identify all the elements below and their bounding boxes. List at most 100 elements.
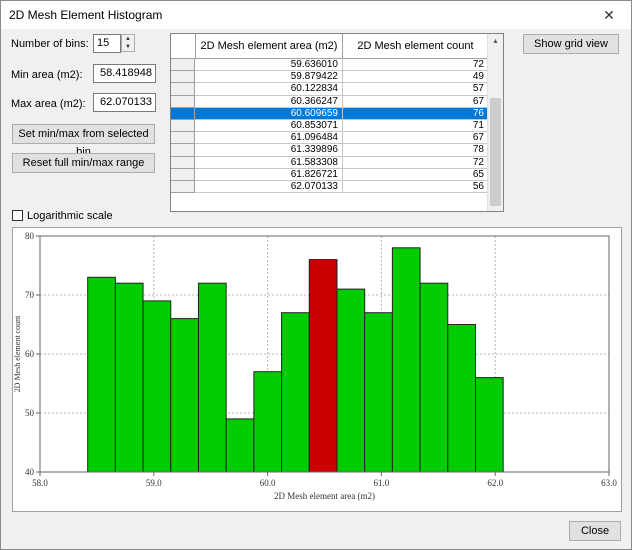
- log-scale-label: Logarithmic scale: [27, 210, 113, 222]
- table-row[interactable]: 59.636010 72: [171, 59, 489, 72]
- histogram-bar[interactable]: [253, 371, 283, 473]
- spin-up-icon[interactable]: ▲: [122, 35, 134, 43]
- histogram-dialog: 2D Mesh Element Histogram ✕ Number of bi…: [0, 0, 632, 550]
- count-cell[interactable]: 49: [343, 71, 489, 84]
- histogram-bar[interactable]: [87, 276, 116, 473]
- log-scale-checkbox[interactable]: [12, 210, 23, 221]
- histogram-table: 2D Mesh element area (m2) 2D Mesh elemen…: [170, 33, 504, 212]
- set-minmax-button[interactable]: Set min/max from selected bin: [12, 124, 155, 158]
- x-tick-label: 60.0: [260, 478, 276, 488]
- row-header[interactable]: [171, 107, 195, 120]
- table-row[interactable]: 62.070133 56: [171, 181, 489, 194]
- count-cell[interactable]: 56: [343, 181, 489, 194]
- y-tick-label: 60: [25, 349, 35, 359]
- histogram-bar[interactable]: [114, 282, 144, 473]
- row-header[interactable]: [171, 168, 195, 181]
- reset-range-button[interactable]: Reset full min/max range: [12, 153, 155, 173]
- row-header[interactable]: [171, 59, 195, 72]
- histogram-bar[interactable]: [447, 324, 476, 473]
- area-cell[interactable]: 61.583308: [195, 156, 343, 169]
- min-area-input[interactable]: 58.418948: [93, 64, 156, 83]
- column-header-area[interactable]: 2D Mesh element area (m2): [196, 34, 343, 59]
- count-cell[interactable]: 57: [343, 83, 489, 96]
- histogram-bar[interactable]: [197, 282, 227, 473]
- x-tick-label: 58.0: [32, 478, 48, 488]
- x-tick-label: 62.0: [487, 478, 503, 488]
- histogram-bar[interactable]: [364, 312, 393, 473]
- count-cell[interactable]: 78: [343, 144, 489, 157]
- table-row[interactable]: 59.879422 49: [171, 71, 489, 84]
- max-area-label: Max area (m2):: [11, 98, 86, 110]
- row-header[interactable]: [171, 181, 195, 194]
- area-cell[interactable]: 62.070133: [195, 181, 343, 194]
- area-cell[interactable]: 61.339896: [195, 144, 343, 157]
- histogram-bar[interactable]: [391, 247, 421, 473]
- x-tick-label: 63.0: [601, 478, 617, 488]
- count-cell[interactable]: 67: [343, 95, 489, 108]
- y-tick-label: 50: [25, 408, 35, 418]
- y-tick-label: 70: [25, 290, 35, 300]
- scroll-up-icon[interactable]: ▲: [492, 38, 499, 45]
- histogram-bar[interactable]: [474, 377, 504, 473]
- title-bar: 2D Mesh Element Histogram ✕: [1, 1, 631, 29]
- row-header[interactable]: [171, 71, 195, 84]
- histogram-bar[interactable]: [225, 418, 255, 473]
- histogram-chart: 58.0 59.0 60.0 61.0 62.0 63.0 40 50 60 70 80 2D Mes…: [12, 227, 622, 512]
- area-cell[interactable]: 60.609659: [195, 107, 343, 120]
- table-row[interactable]: 61.096484 67: [171, 132, 489, 145]
- table-row[interactable]: 60.122834 57: [171, 83, 489, 96]
- y-axis-label: 2D Mesh element count: [13, 315, 22, 392]
- close-icon[interactable]: ✕: [587, 1, 631, 29]
- histogram-bar[interactable]: [170, 318, 199, 473]
- row-header[interactable]: [171, 83, 195, 96]
- count-cell[interactable]: 71: [343, 120, 489, 133]
- row-header[interactable]: [171, 144, 195, 157]
- area-cell[interactable]: 59.636010: [195, 59, 343, 72]
- chart-svg: 58.0 59.0 60.0 61.0 62.0 63.0 40 50 60 70 80 2D Mes…: [13, 231, 617, 501]
- count-cell[interactable]: 76: [343, 107, 489, 120]
- table-row[interactable]: 61.339896 78: [171, 144, 489, 157]
- row-header[interactable]: [171, 95, 195, 108]
- table-scrollbar[interactable]: ▲: [487, 34, 503, 211]
- close-button[interactable]: Close: [569, 521, 621, 541]
- table-row[interactable]: 61.583308 72: [171, 156, 489, 169]
- count-cell[interactable]: 72: [343, 156, 489, 169]
- row-header[interactable]: [171, 156, 195, 169]
- show-grid-view-button[interactable]: Show grid view: [523, 34, 619, 54]
- histogram-bar[interactable]: [336, 288, 366, 473]
- histogram-bar[interactable]: [142, 300, 172, 473]
- y-tick-label: 80: [25, 231, 35, 241]
- scroll-thumb[interactable]: [490, 98, 501, 206]
- y-tick-label: 40: [25, 467, 35, 477]
- table-corner: [171, 34, 196, 59]
- column-header-count[interactable]: 2D Mesh element count: [343, 34, 489, 59]
- x-axis-label: 2D Mesh element area (m2): [274, 491, 375, 501]
- bins-spinner[interactable]: ▲ ▼: [121, 34, 135, 52]
- table-row[interactable]: 61.826721 65: [171, 168, 489, 181]
- area-cell[interactable]: 60.122834: [195, 83, 343, 96]
- window-title: 2D Mesh Element Histogram: [9, 8, 163, 22]
- histogram-bar[interactable]: [308, 259, 338, 473]
- x-tick-label: 59.0: [146, 478, 162, 488]
- min-area-label: Min area (m2):: [11, 69, 83, 81]
- histogram-bar[interactable]: [419, 282, 449, 473]
- count-cell[interactable]: 67: [343, 132, 489, 145]
- area-cell[interactable]: 59.879422: [195, 71, 343, 84]
- area-cell[interactable]: 61.096484: [195, 132, 343, 145]
- bins-label: Number of bins:: [11, 38, 89, 50]
- table-row[interactable]: 60.609659 76: [171, 107, 489, 120]
- area-cell[interactable]: 60.366247: [195, 95, 343, 108]
- count-cell[interactable]: 72: [343, 59, 489, 72]
- table-row[interactable]: 60.853071 71: [171, 120, 489, 133]
- histogram-bar[interactable]: [281, 312, 310, 473]
- bins-input[interactable]: 15: [93, 34, 121, 53]
- table-row[interactable]: 60.366247 67: [171, 95, 489, 108]
- max-area-input[interactable]: 62.070133: [93, 93, 156, 112]
- row-header[interactable]: [171, 120, 195, 133]
- count-cell[interactable]: 65: [343, 168, 489, 181]
- area-cell[interactable]: 61.826721: [195, 168, 343, 181]
- row-header[interactable]: [171, 132, 195, 145]
- x-tick-label: 61.0: [374, 478, 390, 488]
- area-cell[interactable]: 60.853071: [195, 120, 343, 133]
- spin-down-icon[interactable]: ▼: [122, 43, 134, 51]
